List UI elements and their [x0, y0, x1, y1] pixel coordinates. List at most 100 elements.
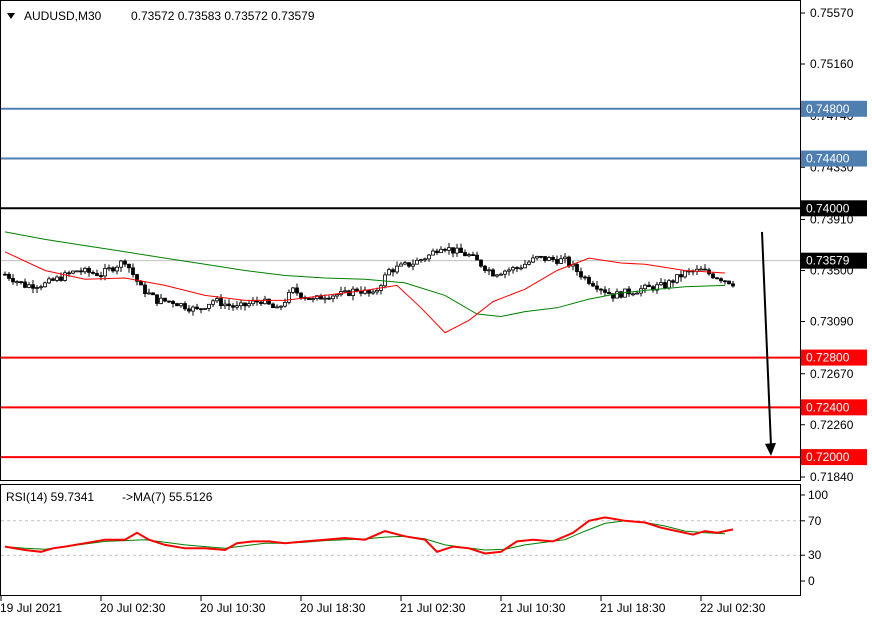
candle [31, 284, 35, 289]
candle [415, 259, 419, 265]
down-arrow-shaft[interactable] [761, 231, 772, 446]
candle [699, 268, 703, 271]
candle [459, 247, 463, 253]
candle [175, 303, 179, 307]
candle [207, 303, 211, 309]
candle [91, 271, 95, 274]
candle [355, 288, 359, 292]
candle [403, 262, 407, 265]
candle [227, 303, 231, 307]
candle [427, 254, 431, 260]
time-tick-label: 21 Jul 10:30 [500, 601, 566, 615]
candle [255, 300, 259, 303]
price-tick-label: 0.72670 [810, 367, 854, 381]
candle [599, 288, 603, 291]
candle [19, 281, 23, 284]
price-tick-label: 0.75570 [810, 6, 854, 20]
candle [39, 286, 43, 289]
price-tick-label: 0.73090 [810, 315, 854, 329]
candle [507, 269, 511, 272]
candle [15, 281, 19, 284]
ma-slow-line [4, 231, 726, 318]
candle [187, 308, 191, 312]
down-arrow-icon[interactable] [765, 442, 776, 456]
candle [719, 278, 723, 282]
candle [311, 298, 315, 301]
candle [67, 272, 71, 275]
candle [275, 306, 279, 309]
candle [643, 284, 647, 290]
candle [535, 255, 539, 259]
rsi-tick-label: 70 [808, 514, 822, 528]
candle [231, 305, 235, 308]
candle [451, 247, 455, 254]
candle [71, 270, 75, 274]
candle [723, 280, 727, 283]
candle [151, 292, 155, 296]
candle [431, 250, 435, 256]
candle [559, 258, 563, 264]
candle [503, 270, 507, 275]
rsi-axis: 100 70 30 0 [800, 488, 828, 588]
candle [667, 280, 671, 289]
chart-header: AUDUSD,M30 0.73572 0.73583 0.73572 0.735… [7, 9, 315, 23]
current-price-label: 0.73579 [806, 254, 850, 268]
candle [159, 297, 163, 304]
candle [479, 259, 483, 267]
rsi-label: RSI(14) 59.7341 [6, 490, 94, 504]
candle [471, 254, 475, 256]
candle [127, 263, 131, 269]
rsi-pane[interactable] [1, 516, 800, 556]
candle [3, 273, 7, 276]
candle [239, 302, 243, 307]
rsi-header: RSI(14) 59.7341 ->MA(7) 55.5126 [6, 490, 213, 504]
candle [391, 269, 395, 273]
candle [607, 291, 611, 295]
rsi-tick-label: 30 [808, 548, 822, 562]
candle [527, 261, 531, 265]
candle [515, 267, 519, 269]
candle [47, 278, 51, 284]
candle [79, 270, 83, 273]
candle [447, 247, 451, 251]
candle [335, 294, 339, 297]
time-tick-label: 20 Jul 18:30 [300, 601, 366, 615]
candle [499, 273, 503, 276]
candle [531, 257, 535, 263]
candle [83, 267, 87, 273]
level-tag-label: 0.74400 [806, 152, 850, 166]
candle [235, 305, 239, 308]
candle [511, 267, 515, 271]
candle [467, 254, 471, 257]
time-tick-label: 22 Jul 02:30 [700, 601, 766, 615]
candle [551, 257, 555, 260]
candle [547, 257, 551, 261]
triangle-down-icon[interactable] [7, 13, 15, 19]
price-pane[interactable] [1, 107, 800, 459]
candle [263, 298, 267, 305]
candle [7, 273, 11, 279]
candle [711, 273, 715, 279]
rsi-line [4, 516, 734, 555]
candle [55, 276, 59, 281]
candle [211, 300, 215, 305]
candle [679, 274, 683, 278]
price-tick-label: 0.75160 [810, 57, 854, 71]
candle [195, 306, 199, 310]
candle [399, 263, 403, 267]
candle [603, 289, 607, 293]
candle [435, 250, 439, 254]
candle [367, 289, 371, 294]
candle [223, 303, 227, 307]
candle [143, 284, 147, 295]
candle [731, 283, 735, 287]
candle [51, 278, 55, 281]
candle [163, 297, 167, 302]
chart-canvas[interactable]: 0.755700.751600.747400.743300.739100.735… [0, 0, 872, 621]
candle [147, 292, 151, 295]
time-axis: 19 Jul 2021 20 Jul 02:30 20 Jul 10:30 20 Ju… [0, 596, 766, 615]
candle [575, 264, 579, 273]
candle [491, 269, 495, 277]
candle [419, 259, 423, 261]
candle [663, 282, 667, 289]
